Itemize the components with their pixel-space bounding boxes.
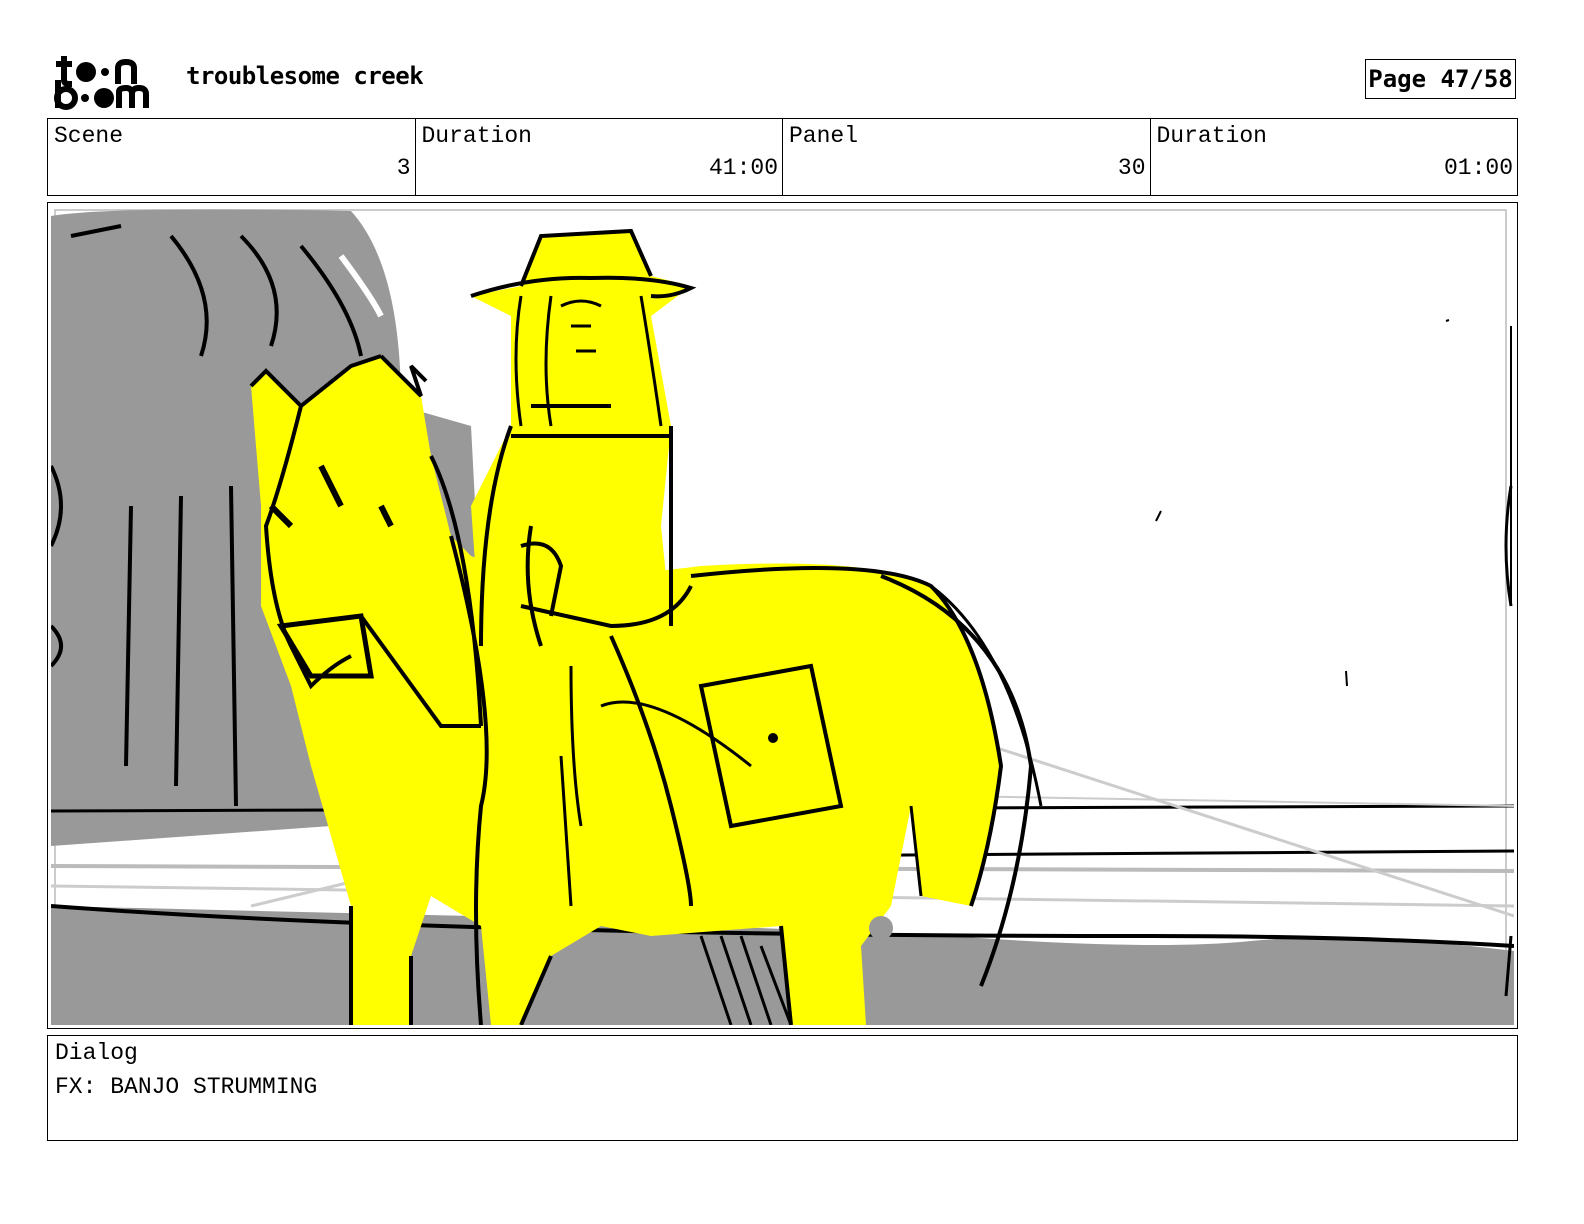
scene-duration-value: 41:00 bbox=[708, 155, 778, 181]
toon-boom-logo bbox=[54, 56, 149, 110]
panel-label: Panel bbox=[789, 123, 859, 149]
project-title: troublesome creek bbox=[186, 62, 424, 90]
dialog-box: Dialog FX: BANJO STRUMMING bbox=[47, 1035, 1518, 1141]
scene-value: 3 bbox=[396, 155, 411, 181]
dialog-text: FX: BANJO STRUMMING bbox=[55, 1074, 318, 1100]
scene-info-row: Scene 3 Duration 41:00 Panel 30 Duration… bbox=[47, 118, 1518, 196]
scene-duration-label: Duration bbox=[421, 123, 532, 149]
dialog-label: Dialog bbox=[55, 1040, 138, 1066]
panel-duration-label: Duration bbox=[1156, 123, 1267, 149]
panel-duration-value: 01:00 bbox=[1443, 155, 1513, 181]
scene-cell: Scene 3 bbox=[48, 119, 416, 195]
storyboard-panel-image bbox=[51, 206, 1514, 1025]
page-number: Page 47/58 bbox=[1365, 59, 1516, 99]
panel-cell: Panel 30 bbox=[783, 119, 1151, 195]
scene-duration-cell: Duration 41:00 bbox=[416, 119, 783, 195]
scene-label: Scene bbox=[54, 123, 124, 149]
panel-duration-cell: Duration 01:00 bbox=[1151, 119, 1518, 195]
panel-value: 30 bbox=[1117, 155, 1146, 181]
